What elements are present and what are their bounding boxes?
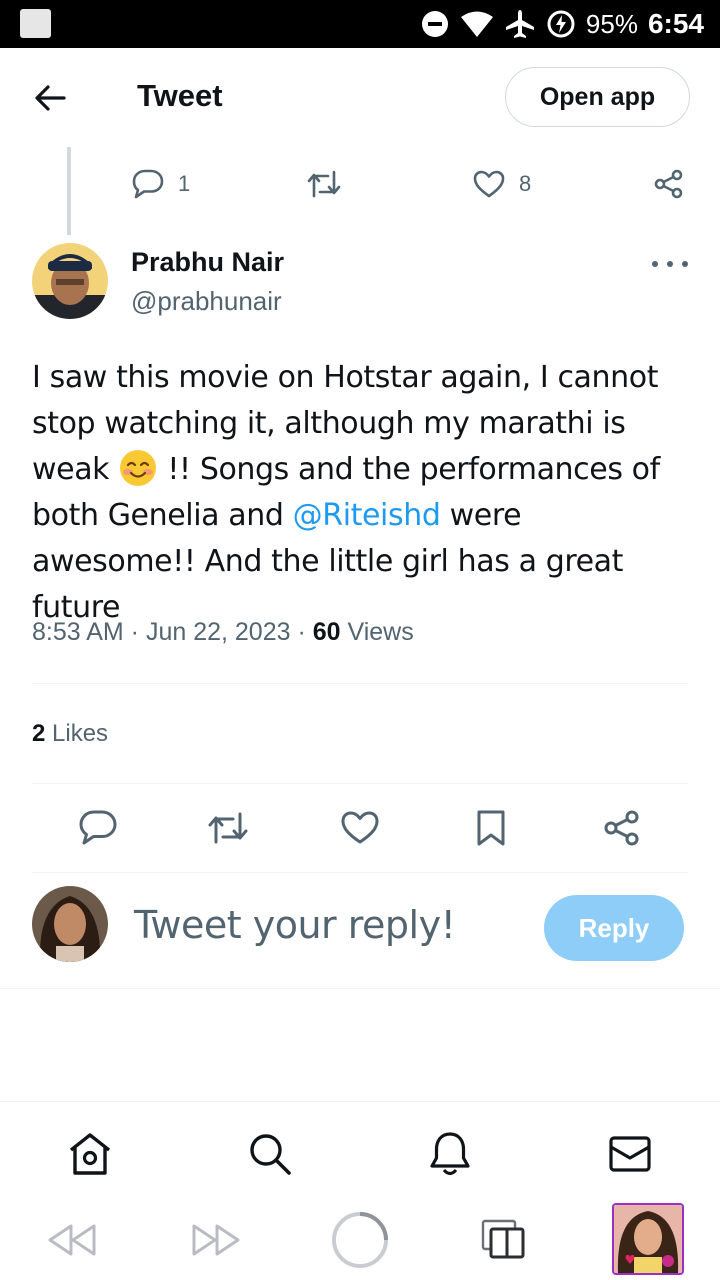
divider (32, 783, 688, 784)
battery-percentage: 95% (585, 8, 638, 39)
divider (32, 683, 688, 684)
profile-thumbnail-image (614, 1205, 682, 1273)
divider (0, 988, 720, 989)
retweet-icon (307, 170, 341, 198)
reply-submit-button[interactable]: Reply (544, 895, 684, 961)
tweet-action-bar (0, 800, 720, 856)
open-app-button[interactable]: Open app (505, 67, 690, 127)
bookmark-icon (477, 810, 505, 846)
browser-home-button[interactable] (330, 1209, 390, 1271)
views-count: 60 (312, 618, 341, 646)
back-button[interactable] (28, 78, 72, 118)
heart-icon (341, 811, 379, 844)
tweet-metadata: 8:53 AM · Jun 22, 2023 · 60 Views (32, 618, 414, 647)
browser-profile-thumbnail[interactable] (612, 1203, 684, 1275)
previous-tweet-actions: 1 8 (0, 160, 720, 208)
more-dot-icon (682, 261, 688, 267)
prev-like-button[interactable]: 8 (473, 160, 531, 208)
bottom-navigation (0, 1101, 720, 1201)
share-icon (604, 810, 639, 846)
more-dot-icon (667, 261, 673, 267)
author-avatar-image (32, 243, 108, 319)
prev-share-button[interactable] (654, 160, 684, 208)
reply-icon (79, 810, 117, 845)
wifi-icon (460, 11, 493, 37)
fast-forward-icon (192, 1224, 240, 1256)
search-icon (250, 1134, 291, 1175)
likes-summary[interactable]: 2 Likes (32, 720, 108, 748)
tweet-timestamp[interactable]: 8:53 AM · Jun 22, 2023 (32, 618, 291, 646)
browser-back-button[interactable] (42, 1209, 102, 1271)
nav-notifications[interactable] (426, 1130, 474, 1178)
divider (32, 872, 688, 873)
likes-count: 2 (32, 720, 46, 747)
notification-icon (20, 9, 51, 38)
nav-search[interactable] (246, 1130, 294, 1178)
likes-label: Likes (45, 720, 109, 747)
like-button[interactable] (338, 806, 382, 850)
tweet-text: I saw this movie on Hotstar again, I can… (32, 355, 692, 631)
meta-separator: · (290, 618, 313, 646)
loading-ring-icon (332, 1212, 388, 1268)
views-label: Views (340, 618, 414, 646)
top-header: Tweet Open app (0, 48, 720, 146)
current-user-avatar-image (32, 886, 108, 962)
bell-icon (430, 1132, 470, 1176)
battery-charging-icon (547, 10, 575, 38)
do-not-disturb-icon (421, 11, 448, 37)
smiling-face-emoji-icon (120, 450, 157, 486)
retweet-button[interactable] (206, 806, 250, 850)
browser-tabs-button[interactable] (474, 1209, 534, 1271)
bookmark-button[interactable] (469, 806, 513, 850)
prev-reply-button[interactable]: 1 (132, 160, 190, 208)
share-button[interactable] (600, 806, 644, 850)
author-handle[interactable]: @prabhunair (131, 286, 282, 317)
share-icon (654, 169, 683, 199)
reply-input[interactable]: Tweet your reply! (134, 903, 456, 947)
nav-home[interactable] (66, 1130, 114, 1178)
author-avatar[interactable] (32, 243, 108, 319)
home-icon (69, 1133, 111, 1175)
retweet-icon (208, 812, 248, 844)
prev-retweet-button[interactable] (306, 160, 342, 208)
envelope-icon (609, 1136, 651, 1172)
prev-reply-count: 1 (178, 171, 191, 196)
prev-like-count: 8 (519, 171, 532, 196)
heart-icon (473, 170, 505, 198)
browser-forward-button[interactable] (186, 1209, 246, 1271)
nav-messages[interactable] (606, 1130, 654, 1178)
airplane-mode-icon (505, 10, 534, 38)
status-icons: 95% 6:54 (420, 6, 704, 42)
author-name[interactable]: Prabhu Nair (131, 247, 284, 278)
status-bar: 95% 6:54 (0, 0, 720, 48)
more-options-button[interactable] (652, 254, 688, 274)
mention-link[interactable]: @Riteishd (293, 498, 441, 533)
rewind-icon (48, 1224, 96, 1256)
more-dot-icon (652, 261, 658, 267)
reply-icon (132, 169, 164, 199)
page-title: Tweet (137, 78, 223, 113)
reply-button[interactable] (76, 806, 120, 850)
current-user-avatar[interactable] (32, 886, 108, 962)
tabs-icon (481, 1219, 525, 1259)
clock: 6:54 (647, 8, 704, 39)
arrow-left-icon (35, 85, 66, 111)
